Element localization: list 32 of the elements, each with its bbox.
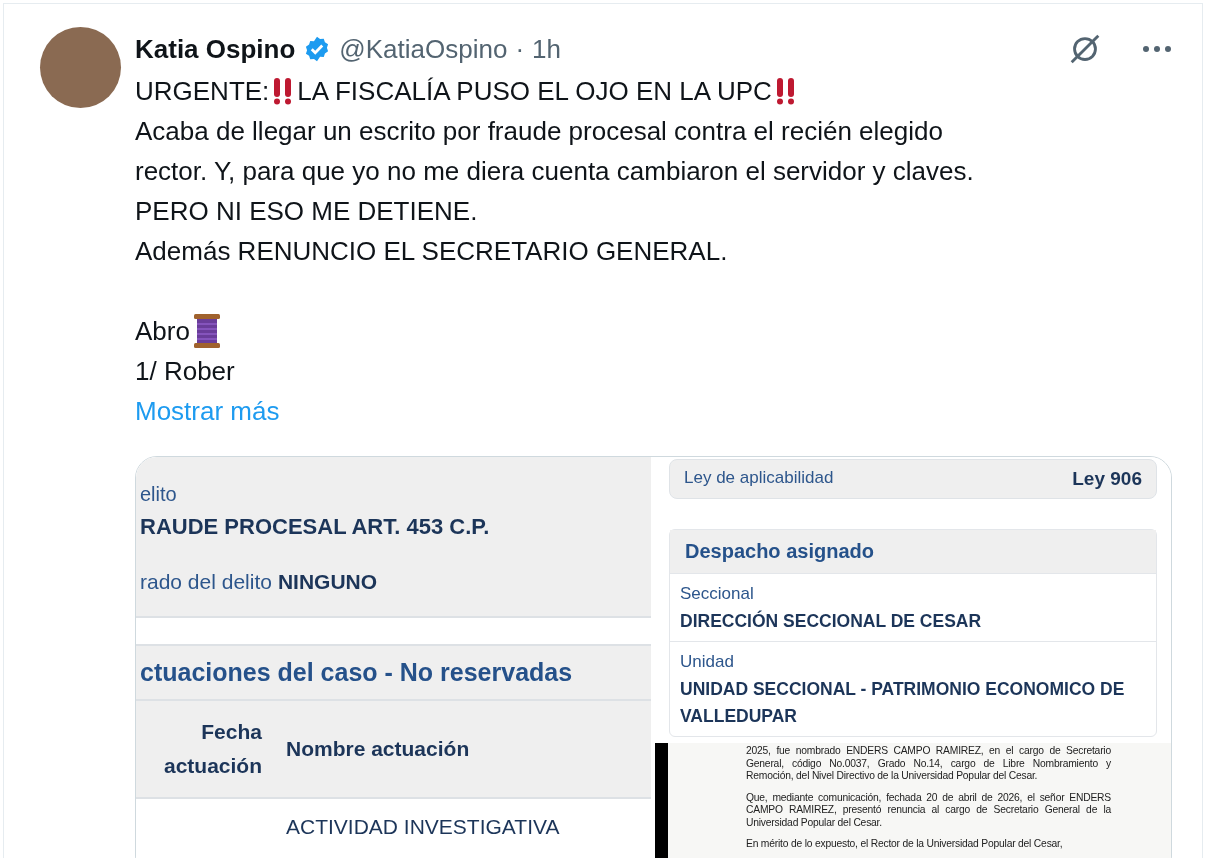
section-title: ctuaciones del caso - No reservadas	[140, 658, 573, 686]
field-label: Unidad	[680, 652, 735, 672]
field-value: RAUDE PROCESAL ART. 453 C.P.	[140, 514, 491, 540]
document-paragraph: 2025, fue nombrado ENDERS CAMPO RAMIREZ, en el cargo de Secretario General, código No.0037, Grado No.14, cargo de Libre Nombramiento y Remoción, del Nivel Directivo de la Universidad Popular del Cesar.	[746, 745, 1111, 783]
post-text: 1/ Rober	[135, 355, 235, 388]
field-label: elito	[140, 483, 178, 506]
post-text: LA FISCALÍA PUSO EL OJO EN LA UPC	[297, 75, 772, 108]
field-label: Ley de aplicabilidad	[684, 468, 834, 489]
post-text: Acaba de llegar un escrito por fraude procesal contra el recién elegido	[135, 115, 943, 148]
post-text: URGENTE:	[135, 75, 270, 108]
table-cell-text: ACTIVIDAD INVESTIGATIVA	[285, 815, 560, 839]
post-text: PERO NI ESO ME DETIENE.	[135, 195, 478, 228]
post-text: Abro	[135, 315, 190, 348]
field-value: UNIDAD SECCIONAL - PATRIMONIO ECONOMICO DE VALLEDUPAR	[680, 678, 1126, 728]
field-value: DIRECCIÓN SECCIONAL DE CESAR	[680, 609, 983, 633]
column-header: Fecha actuación	[162, 719, 262, 779]
document-paragraph: Que, mediante comunicación, fechada 20 de abril de 2026, el señor ENDERS CAMPO RAMIREZ, presentó renuncia al cargo de Secretario General de la Universidad Popular del Cesar.	[746, 791, 1111, 829]
thread-spool-icon	[191, 314, 222, 348]
field-label: rado del delito	[140, 570, 272, 593]
field-value: Ley 906	[1072, 468, 1142, 490]
post-text: rector. Y, para que yo no me diera cuenta cambiaron el servidor y claves.	[135, 155, 974, 188]
field-value: NINGUNO	[277, 570, 378, 593]
field-label: Seccional	[680, 584, 755, 604]
document-paragraph: En mérito de lo expuesto, el Rector de la Universidad Popular del Cesar,	[746, 838, 1064, 851]
column-header: Nombre actuación	[285, 736, 470, 762]
author-name[interactable]: Katia Ospino	[135, 33, 296, 65]
card-title: Despacho asignado	[685, 540, 874, 562]
separator-dot: ·	[515, 33, 525, 65]
post-text: Además RENUNCIO EL SECRETARIO GENERAL.	[135, 235, 728, 268]
more-icon[interactable]	[1142, 45, 1172, 53]
author-handle[interactable]: @KatiaOspino	[339, 33, 508, 65]
post-time[interactable]: 1h	[532, 33, 561, 65]
